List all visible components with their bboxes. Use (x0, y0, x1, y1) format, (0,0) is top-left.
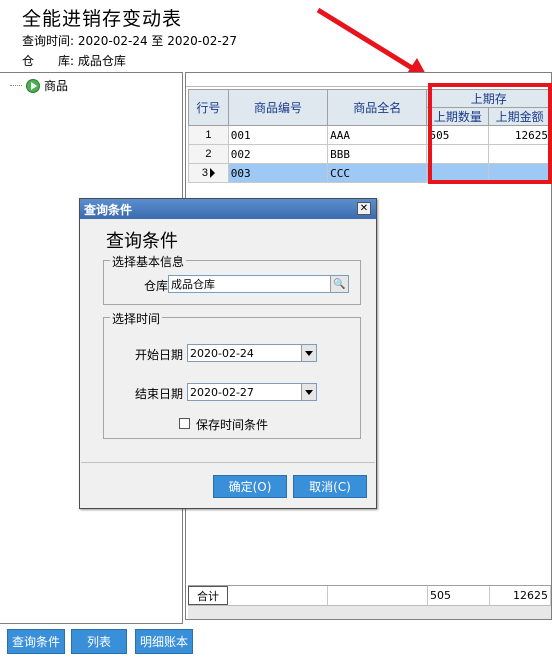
chevron-down-icon[interactable] (301, 384, 316, 400)
cell-name[interactable]: BBB (327, 144, 428, 164)
warehouse-label: 仓 库: (22, 54, 75, 68)
save-time-checkbox[interactable] (179, 418, 190, 429)
row-number: 1 (188, 125, 229, 145)
row-number: 3 (201, 167, 208, 179)
dialog-title: 查询条件 (84, 202, 133, 217)
highlight-box (428, 83, 552, 184)
totals-code-cell (228, 586, 328, 605)
totals-name-cell (328, 586, 428, 605)
totals-qty: 505 (428, 586, 490, 605)
start-date-label: 开始日期 (135, 348, 184, 362)
totals-amount: 12625 (490, 586, 551, 605)
row-pointer-icon (209, 168, 215, 179)
totals-row: 合计 505 12625 (188, 585, 551, 605)
list-button[interactable]: 列表 (71, 629, 127, 654)
report-title: 全能进销存变动表 (22, 8, 183, 30)
end-date-select[interactable]: 2020-02-27 (187, 383, 317, 401)
horizontal-scrollbar[interactable] (188, 605, 551, 619)
end-date-label: 结束日期 (135, 387, 184, 401)
column-header-name[interactable]: 商品全名 (327, 89, 428, 126)
start-date-select[interactable]: 2020-02-24 (187, 344, 317, 362)
totals-label: 合计 (188, 586, 228, 605)
query-dialog: 查询条件 ✕ 查询条件 选择基本信息 仓库 成品仓库 🔍 选择时间 开始日期 2… (79, 198, 377, 509)
cell-code[interactable]: 002 (227, 144, 329, 164)
cell-code[interactable]: 003 (227, 163, 329, 183)
time-legend: 选择时间 (110, 310, 163, 327)
warehouse-field-label: 仓库 (144, 279, 169, 293)
chevron-down-icon[interactable] (301, 345, 316, 361)
start-date-value: 2020-02-24 (190, 346, 254, 360)
row-number: 2 (188, 144, 229, 164)
warehouse-value: 成品仓库 (77, 54, 126, 68)
warehouse-field[interactable]: 成品仓库 🔍 (168, 275, 349, 293)
cell-code[interactable]: 001 (227, 125, 329, 145)
dialog-titlebar[interactable]: 查询条件 (80, 199, 376, 219)
dialog-divider (81, 462, 375, 463)
save-time-label: 保存时间条件 (196, 418, 269, 432)
query-time-line: 查询时间: 2020-02-24 至 2020-02-27 (22, 32, 237, 49)
ok-button[interactable]: 确定(O) (213, 475, 287, 498)
column-header-row-no[interactable]: 行号 (188, 89, 229, 126)
detail-ledger-button[interactable]: 明细账本 (135, 629, 193, 654)
cancel-button[interactable]: 取消(C) (293, 475, 367, 498)
column-header-code[interactable]: 商品编号 (227, 89, 329, 126)
cell-name[interactable]: AAA (327, 125, 428, 145)
end-date-value: 2020-02-27 (190, 385, 254, 399)
close-icon[interactable]: ✕ (357, 202, 371, 215)
tree-node-label: 商品 (44, 79, 69, 93)
play-icon (26, 78, 40, 93)
warehouse-line: 仓 库: 成品仓库 (22, 52, 126, 69)
search-icon[interactable]: 🔍 (330, 276, 348, 292)
row-number-with-pointer: 3 (188, 163, 229, 183)
query-time-label: 查询时间: (22, 34, 75, 48)
basic-info-legend: 选择基本信息 (110, 253, 187, 270)
tree-connector (10, 85, 22, 86)
dropdown-triangle (305, 389, 313, 395)
query-time-value: 2020-02-24 至 2020-02-27 (77, 34, 237, 48)
warehouse-field-value: 成品仓库 (171, 278, 215, 291)
cell-name[interactable]: CCC (327, 163, 428, 183)
dropdown-triangle (305, 350, 313, 356)
tree-node-goods[interactable]: 商品 (10, 77, 68, 94)
query-conditions-button[interactable]: 查询条件 (7, 629, 65, 654)
dialog-heading: 查询条件 (106, 231, 178, 252)
